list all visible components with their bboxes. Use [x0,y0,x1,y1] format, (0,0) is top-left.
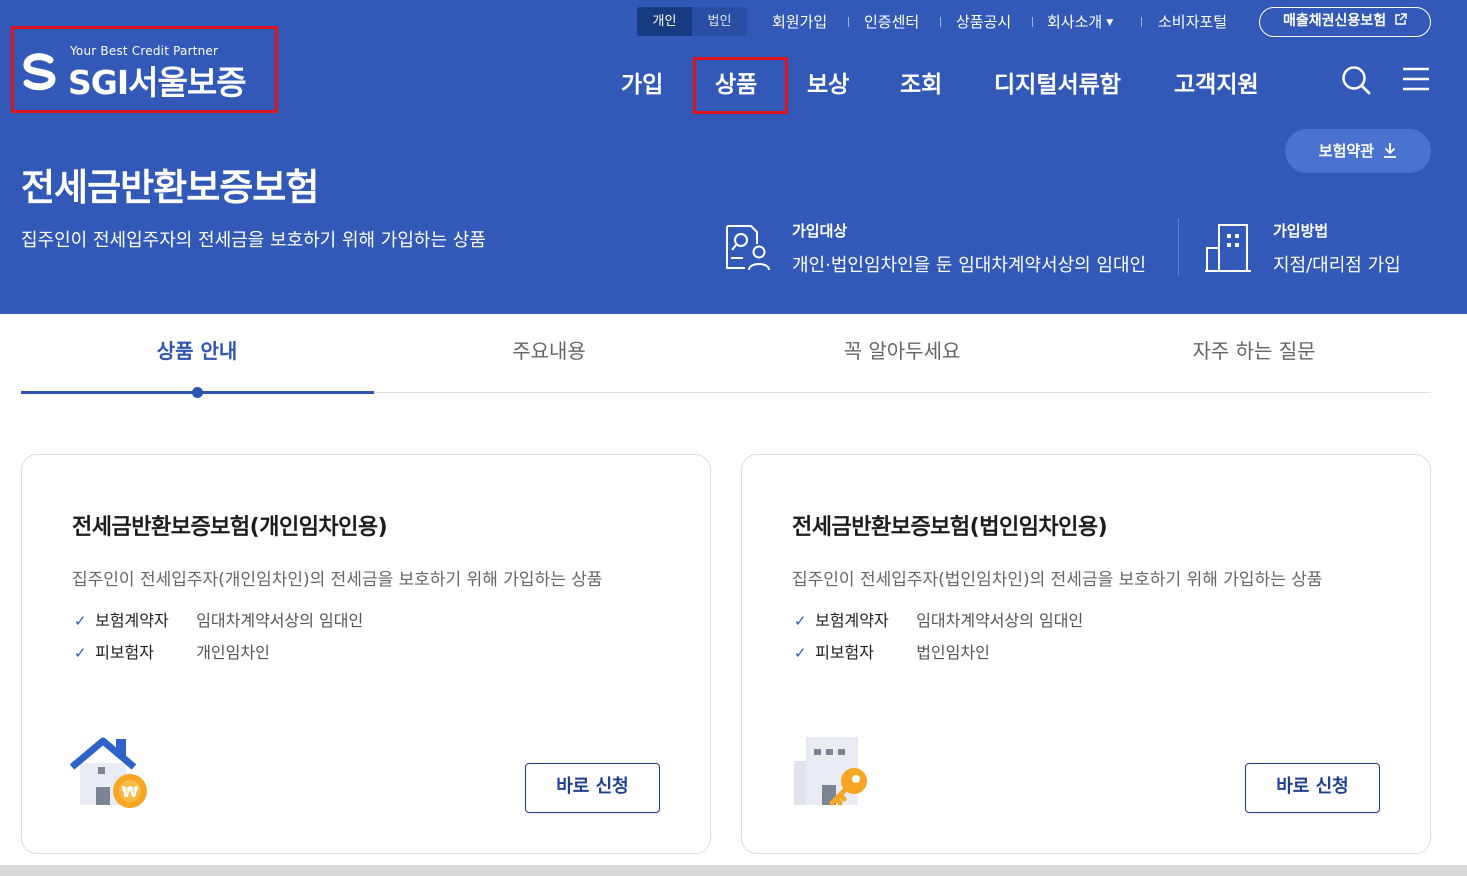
method-label: 가입방법 [1273,222,1329,240]
product-tabs: 상품 안내 주요내용 꼭 알아두세요 자주 하는 질문 [21,314,1431,398]
util-link-signup[interactable]: 회원가입 [772,11,827,32]
hero-header: Your Best Credit Partner SGI서울보증 개인 법인 회… [0,0,1467,314]
product-card-corporate: 전세금반환보증보험(법인임차인용) 집주인이 전세입주자(법인임차인)의 전세금… [741,454,1431,854]
row-label: 피보험자 [815,643,874,662]
tab-main-contents[interactable]: 주요내용 [373,314,725,392]
sales-credit-insurance-label: 매출채권신용보험 [1283,13,1387,29]
card-description: 집주인이 전세입주자(개인임차인)의 전세금을 보호하기 위해 가입하는 상품 [72,570,603,590]
apply-now-button[interactable]: 바로 신청 [1245,763,1380,813]
util-divider [940,17,941,27]
page-description: 집주인이 전세입주자의 전세금을 보호하기 위해 가입하는 상품 [21,230,486,251]
insurance-terms-label: 보험약관 [1318,142,1374,160]
method-value: 지점/대리점 가입 [1273,255,1401,276]
check-icon: ✓ [74,612,87,630]
caret-down-icon: ▼ [1106,18,1114,28]
search-icon[interactable] [1340,64,1372,96]
util-link-company-label: 회사소개 [1047,13,1103,31]
tab-product-info[interactable]: 상품 안내 [21,314,373,392]
building-icon [1205,224,1251,272]
card-row-policyholder: ✓ 보험계약자 임대차계약서상의 임대인 [794,607,1083,631]
util-divider [848,17,849,27]
row-label: 보험계약자 [95,611,169,630]
util-link-disclosure[interactable]: 상품공시 [956,11,1011,32]
util-divider [1141,17,1142,27]
check-icon: ✓ [74,644,87,662]
card-row-insured: ✓ 피보험자 법인임차인 [794,639,990,663]
apply-now-button[interactable]: 바로 신청 [525,763,660,813]
check-icon: ✓ [794,644,807,662]
download-icon [1384,143,1397,158]
external-link-icon [1395,13,1407,25]
row-value: 임대차계약서상의 임대인 [196,611,364,630]
gnb-item-compensation[interactable]: 보상 [807,65,849,99]
tab-faq[interactable]: 자주 하는 질문 [1078,314,1430,392]
tab-active-dot [192,387,203,398]
hamburger-menu-icon[interactable] [1401,66,1431,92]
toggle-personal[interactable]: 개인 [637,7,692,36]
logo-brand-name[interactable]: SGI서울보증 [68,56,247,104]
util-link-consumer-portal[interactable]: 소비자포털 [1158,11,1227,32]
check-icon: ✓ [794,612,807,630]
tab-notice[interactable]: 꼭 알아두세요 [726,314,1078,392]
gnb-item-inquiry[interactable]: 조회 [900,65,942,99]
subscriber-document-icon [726,225,770,271]
card-row-insured: ✓ 피보험자 개인임차인 [74,639,270,663]
svg-text:₩: ₩ [122,783,139,801]
util-link-company[interactable]: 회사소개 ▼ [1047,11,1113,32]
product-card-individual: 전세금반환보증보험(개인임차인용) 집주인이 전세입주자(개인임차인)의 전세금… [21,454,711,854]
row-value: 임대차계약서상의 임대인 [916,611,1084,630]
target-label: 가입대상 [792,222,848,240]
toggle-corporate[interactable]: 법인 [692,7,747,36]
row-label: 피보험자 [95,643,154,662]
gnb-item-digital-documents[interactable]: 디지털서류함 [994,65,1121,99]
card-title: 전세금반환보증보험(개인임차인용) [72,515,388,540]
gnb-item-customer-support[interactable]: 고객지원 [1174,65,1259,99]
row-value: 개인임차인 [196,643,270,662]
card-title: 전세금반환보증보험(법인임차인용) [792,515,1108,540]
house-won-icon: ₩ [70,737,147,808]
util-link-certificate[interactable]: 인증센터 [864,11,919,32]
page-scroll-edge [0,865,1467,876]
row-label: 보험계약자 [815,611,889,630]
info-divider [1178,219,1179,275]
target-value: 개인·법인임차인을 둔 임대차계약서상의 임대인 [792,255,1147,276]
customer-type-toggle[interactable]: 개인 법인 [637,7,747,36]
sgi-logo-icon[interactable] [20,52,60,92]
building-key-icon [794,737,867,806]
sales-credit-insurance-button[interactable]: 매출채권신용보험 [1259,7,1431,37]
card-row-policyholder: ✓ 보험계약자 임대차계약서상의 임대인 [74,607,363,631]
card-description: 집주인이 전세입주자(법인임차인)의 전세금을 보호하기 위해 가입하는 상품 [792,570,1323,590]
row-value: 법인임차인 [916,643,990,662]
util-divider [1032,17,1033,27]
page-title: 전세금반환보증보험 [21,166,319,209]
insurance-terms-button[interactable]: 보험약관 [1285,129,1431,173]
gnb-highlight-box [693,57,788,114]
gnb-item-join[interactable]: 가입 [621,65,663,99]
